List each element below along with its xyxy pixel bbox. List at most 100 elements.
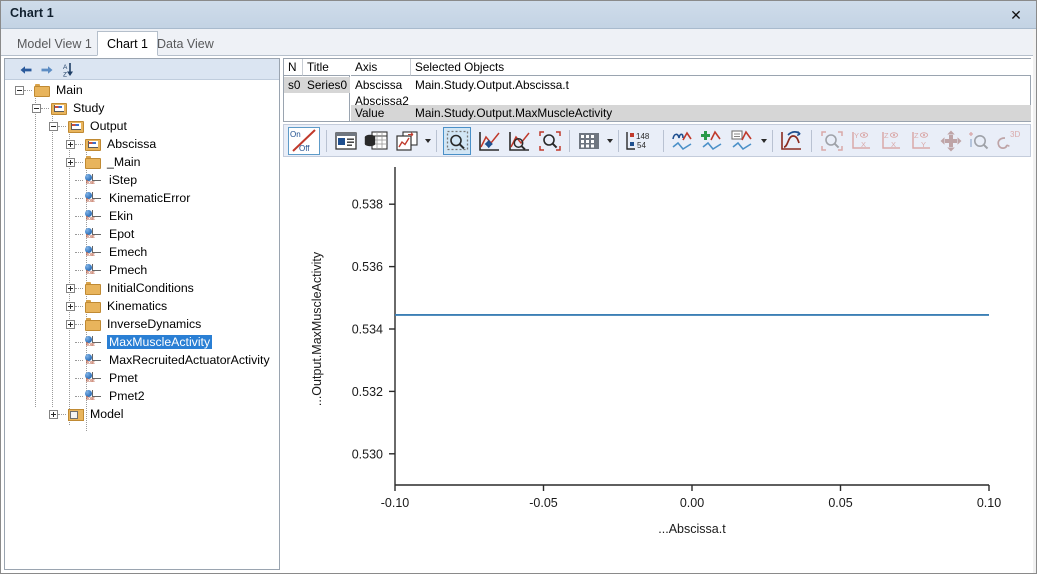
tree-item-label: Ekin — [109, 209, 133, 223]
float-type-label: float — [86, 342, 95, 348]
tree-item-kinematics[interactable]: Kinematics — [5, 297, 279, 315]
curve-dropdown[interactable] — [761, 139, 767, 143]
toolbar-separator — [772, 130, 773, 152]
tree-item-main[interactable]: Main — [5, 81, 279, 99]
svg-text:Z: Z — [914, 131, 919, 140]
model-tree-panel: A Z Main Study Output Abscissa _Main float iSt… — [4, 58, 280, 570]
tree-item-emech[interactable]: float Emech — [5, 243, 279, 261]
chart-toolbar: On Off 148 54 Y X Z X Z Y 3D — [283, 124, 1031, 157]
float-variable-icon: float — [85, 173, 103, 187]
column-header-title[interactable]: Title — [303, 59, 350, 76]
y-tick-label: 0.538 — [352, 198, 383, 212]
data-table-button[interactable] — [363, 128, 389, 154]
view-yx-button[interactable]: Y X — [848, 128, 875, 154]
axis-row-value[interactable]: Value Main.Study.Output.MaxMuscleActivit… — [351, 105, 1031, 121]
tree-item-label: Emech — [109, 245, 148, 259]
chart-panel: N Title s0 Series0 Axis Selected Objects… — [283, 58, 1034, 570]
tree-item-maxrecruitedactuatoractivity[interactable]: float MaxRecruitedActuatorActivity — [5, 351, 279, 369]
collapse-icon[interactable] — [15, 85, 24, 95]
collapse-icon[interactable] — [49, 121, 58, 131]
zoom-chart-button[interactable] — [506, 128, 533, 154]
tree-item-label: Pmech — [109, 263, 148, 277]
zoom-box-button[interactable] — [443, 127, 471, 155]
column-header-n[interactable]: N — [284, 59, 303, 76]
svg-text:X: X — [861, 140, 866, 149]
tree-item-istep[interactable]: float iStep — [5, 171, 279, 189]
tree-item--main[interactable]: _Main — [5, 153, 279, 171]
tree-item-epot[interactable]: float Epot — [5, 225, 279, 243]
tree-item-label: Pmet — [109, 371, 138, 385]
zoom-3d-button[interactable] — [966, 128, 991, 154]
sort-az-icon[interactable]: A Z — [61, 61, 81, 78]
folder-icon — [34, 83, 50, 97]
chart-plot-area[interactable]: 0.530 0.532 0.534 0.536 0.538 -0.10 -0.05 0.00 0… — [283, 159, 1031, 569]
tree-item-maxmuscleactivity[interactable]: float MaxMuscleActivity — [5, 333, 279, 351]
rotate-3d-button[interactable]: 3D — [994, 128, 1022, 154]
new-chart-dropdown[interactable] — [425, 139, 431, 143]
float-type-label: float — [86, 396, 95, 402]
chart-window: Chart 1 ✕ Model View 1 Chart 1 Data View… — [0, 0, 1037, 574]
tree-item-label: Main — [56, 83, 83, 97]
tree-item-abscissa[interactable]: Abscissa — [5, 135, 279, 153]
tree-connector — [75, 377, 83, 379]
tree-item-initialconditions[interactable]: InitialConditions — [5, 279, 279, 297]
grid-toggle-button[interactable] — [576, 128, 602, 154]
series-row[interactable]: s0 Series0 — [284, 77, 350, 93]
expand-icon[interactable] — [49, 409, 58, 419]
series-grid[interactable]: N Title s0 Series0 Axis Selected Objects… — [283, 58, 1031, 122]
close-icon[interactable]: ✕ — [1002, 5, 1030, 25]
tree-item-pmet[interactable]: float Pmet — [5, 369, 279, 387]
back-arrow-icon[interactable] — [17, 61, 35, 78]
x-tick-label: 0.05 — [828, 496, 852, 510]
grid-dropdown[interactable] — [607, 139, 613, 143]
tree-item-output[interactable]: Output — [5, 117, 279, 135]
new-chart-button[interactable] — [394, 128, 420, 154]
pan-3d-button[interactable] — [938, 128, 963, 154]
curve-legend-button[interactable] — [729, 128, 757, 154]
tree-connector — [75, 251, 83, 253]
tree-item-kinematicerror[interactable]: float KinematicError — [5, 189, 279, 207]
view-zx-button[interactable]: Z X — [878, 128, 905, 154]
tree-item-study[interactable]: Study — [5, 99, 279, 117]
tree-connector — [75, 341, 83, 343]
expand-icon[interactable] — [66, 283, 75, 293]
collapse-icon[interactable] — [32, 103, 41, 113]
tree-items-container: Main Study Output Abscissa _Main float iStep fl… — [5, 81, 279, 423]
column-header-selected-objects[interactable]: Selected Objects — [411, 59, 1031, 76]
tree-item-pmet2[interactable]: float Pmet2 — [5, 387, 279, 405]
redo-curve-button[interactable] — [778, 128, 806, 154]
on-off-toggle-button[interactable]: On Off — [288, 127, 320, 155]
axis-row-abscissa[interactable]: Abscissa Main.Study.Output.Abscissa.t — [351, 77, 1031, 93]
tab-data-view[interactable]: Data View — [147, 31, 224, 56]
frame-counter-button[interactable]: 148 54 — [624, 128, 658, 154]
y-tick-label: 0.530 — [352, 447, 383, 461]
model-tree[interactable]: Main Study Output Abscissa _Main float iStep fl… — [5, 81, 279, 569]
expand-icon[interactable] — [66, 157, 75, 167]
expand-icon[interactable] — [66, 139, 75, 149]
pan-chart-button[interactable] — [476, 128, 503, 154]
tree-item-model[interactable]: Model — [5, 405, 279, 423]
tree-item-inversedynamics[interactable]: InverseDynamics — [5, 315, 279, 333]
curve-style-button[interactable] — [669, 128, 697, 154]
tree-connector — [75, 143, 83, 145]
view-zy-button[interactable]: Z Y — [908, 128, 935, 154]
zoom-window-button[interactable] — [818, 128, 845, 154]
counter-bottom-label: 54 — [637, 141, 646, 150]
tree-item-label: MaxMuscleActivity — [107, 335, 213, 349]
expand-icon[interactable] — [66, 301, 75, 311]
axes — [394, 167, 989, 486]
add-curve-button[interactable] — [699, 128, 727, 154]
tree-item-pmech[interactable]: float Pmech — [5, 261, 279, 279]
forward-arrow-icon[interactable] — [38, 61, 56, 78]
tree-item-label: _Main — [107, 155, 141, 169]
properties-panel-button[interactable] — [333, 128, 359, 154]
column-header-axis[interactable]: Axis — [351, 59, 411, 76]
tree-item-label: MaxRecruitedActuatorActivity — [109, 353, 270, 367]
chart-svg: 0.530 0.532 0.534 0.536 0.538 -0.10 -0.05 0.00 0… — [310, 167, 1001, 536]
svg-text:Z: Z — [884, 131, 889, 140]
zoom-fit-button[interactable] — [536, 128, 563, 154]
tree-item-ekin[interactable]: float Ekin — [5, 207, 279, 225]
expand-icon[interactable] — [66, 319, 75, 329]
tab-model-view-1[interactable]: Model View 1 — [7, 31, 102, 56]
float-type-label: float — [86, 180, 95, 186]
